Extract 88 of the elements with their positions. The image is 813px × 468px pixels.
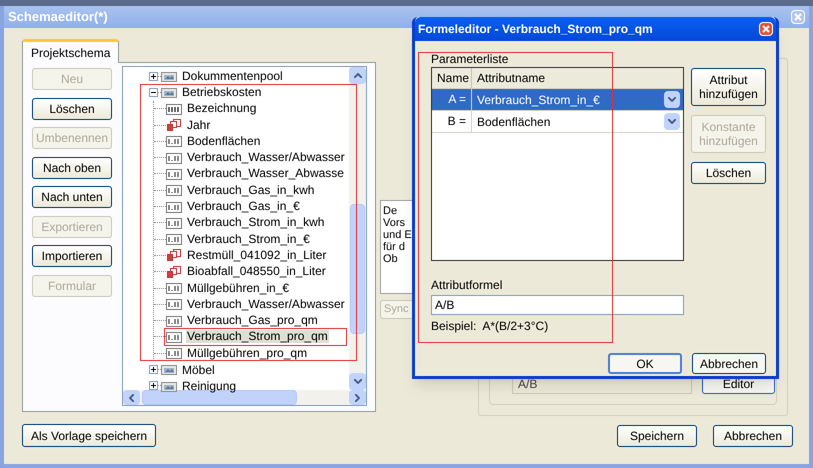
tree-item[interactable]: Möbel xyxy=(181,360,216,378)
scroll-right-button[interactable] xyxy=(349,390,366,405)
folder-icon xyxy=(161,86,177,98)
formula-label: Attributformel xyxy=(431,278,504,292)
footer-button[interactable]: Abbrechen xyxy=(713,424,793,446)
column-header[interactable]: Attributname xyxy=(472,68,683,88)
tree-item[interactable]: Verbrauch_Strom_pro_qm xyxy=(186,330,329,344)
tree-item[interactable]: Verbrauch_Gas_in_€ xyxy=(186,200,301,214)
attribute-name: Bodenflächen xyxy=(476,114,552,130)
tree-item[interactable]: Verbrauch_Wasser/Abwasser xyxy=(186,298,346,311)
number-field-icon xyxy=(166,135,182,148)
info-text: und E xyxy=(383,229,413,241)
side-button[interactable]: Löschen xyxy=(32,98,112,120)
side-button[interactable]: Importieren xyxy=(32,245,112,267)
tree-item[interactable]: Dokummentenpool xyxy=(181,67,284,86)
folder-icon xyxy=(161,70,177,82)
window-title: Schemaeditor(*) xyxy=(8,8,108,26)
tree-item[interactable]: Verbrauch_Gas_pro_qm xyxy=(186,314,319,328)
dropdown-button[interactable] xyxy=(664,113,680,130)
scroll-up-button[interactable] xyxy=(349,67,366,84)
number-field-icon xyxy=(166,184,182,196)
chevron-down-icon xyxy=(668,119,676,124)
column-header[interactable]: Name xyxy=(432,68,472,88)
side-button[interactable]: Nach oben xyxy=(32,156,112,178)
number-field-icon xyxy=(166,347,182,360)
collapse-icon[interactable] xyxy=(149,88,158,97)
ok-button[interactable]: OK xyxy=(608,353,682,374)
number-field-icon xyxy=(166,200,182,213)
info-text: Vors xyxy=(383,217,406,229)
chevron-down-icon xyxy=(668,97,676,102)
tree-item[interactable]: Bezeichnung xyxy=(186,102,258,116)
info-text: De xyxy=(383,205,398,217)
close-icon xyxy=(762,25,770,33)
tree-item[interactable]: Betriebskosten xyxy=(181,83,262,102)
tree-item[interactable]: Verbrauch_Gas_in_kwh xyxy=(186,184,316,197)
dialog-button[interactable]: Attribut hinzufügen xyxy=(691,68,766,106)
number-field-icon xyxy=(166,152,182,164)
tree-item[interactable]: Verbrauch_Wasser_Abwasse xyxy=(186,167,345,180)
vertical-scrollbar[interactable] xyxy=(349,67,366,390)
tree-item[interactable]: Müllgebühren_in_€ xyxy=(186,282,290,294)
number-field-icon xyxy=(166,216,182,229)
close-button[interactable] xyxy=(759,22,773,36)
number-field-icon xyxy=(166,314,182,327)
counter-icon xyxy=(166,249,182,262)
example-text: Beispiel: A*(B/2+3°C) xyxy=(431,319,550,333)
tree-item[interactable]: Müllgebühren_pro_qm xyxy=(186,346,308,360)
dialog-button[interactable]: Löschen xyxy=(691,162,766,184)
cancel-button[interactable]: Abbrechen xyxy=(692,353,766,374)
parameter-name: B = xyxy=(432,111,472,132)
parameter-row[interactable]: B = Bodenflächen xyxy=(432,111,683,133)
tree-item[interactable]: Restmüll_041092_in_Liter xyxy=(186,248,328,262)
tree-item[interactable]: Verbrauch_Strom_in_€ xyxy=(186,232,311,246)
expand-icon[interactable] xyxy=(149,364,158,374)
tree-item[interactable]: Jahr xyxy=(186,118,212,132)
expand-icon[interactable] xyxy=(149,72,158,81)
tree-item[interactable]: Verbrauch_Wasser/Abwasser xyxy=(186,151,346,164)
tree-item[interactable]: Reinigung xyxy=(181,376,238,395)
tree-item[interactable]: Bodenflächen xyxy=(186,134,262,148)
counter-icon xyxy=(166,266,182,278)
scroll-thumb[interactable] xyxy=(350,204,365,334)
number-field-icon xyxy=(166,282,182,294)
info-text: Ob xyxy=(383,253,399,265)
parameter-row[interactable]: A = Verbrauch_Strom_in_€ xyxy=(432,89,683,111)
formula-input-field[interactable]: A/B xyxy=(431,295,684,315)
info-text: für d xyxy=(383,241,406,253)
scroll-down-button[interactable] xyxy=(349,373,366,390)
parameter-name: A = xyxy=(432,89,472,110)
side-button[interactable]: Nach unten xyxy=(32,186,112,208)
attribute-name: Verbrauch_Strom_in_€ xyxy=(476,92,601,108)
number-field-icon xyxy=(166,330,182,343)
folder-icon xyxy=(161,380,177,392)
tree-item[interactable]: Bioabfall_048550_in_Liter xyxy=(186,265,327,278)
number-field-icon xyxy=(166,168,182,180)
close-icon xyxy=(794,13,802,21)
number-field-icon xyxy=(166,298,182,310)
footer-button[interactable]: Speichern xyxy=(617,424,697,446)
tab[interactable]: Projektschema xyxy=(22,39,120,63)
tree-item[interactable]: Verbrauch_Strom_in_kwh xyxy=(186,216,326,230)
counter-icon xyxy=(166,119,182,132)
scroll-left-button[interactable] xyxy=(123,390,140,405)
number-field-icon xyxy=(166,233,182,246)
parameter-list-label: Parameterliste xyxy=(431,52,510,66)
dialog-title: Formeleditor - Verbrauch_Strom_pro_qm xyxy=(418,21,653,38)
expand-icon[interactable] xyxy=(149,381,158,390)
dropdown-button[interactable] xyxy=(664,91,680,108)
text-field-icon xyxy=(166,102,182,115)
folder-icon xyxy=(161,363,177,376)
save-template-button[interactable]: Als Vorlage speichern xyxy=(22,424,156,447)
